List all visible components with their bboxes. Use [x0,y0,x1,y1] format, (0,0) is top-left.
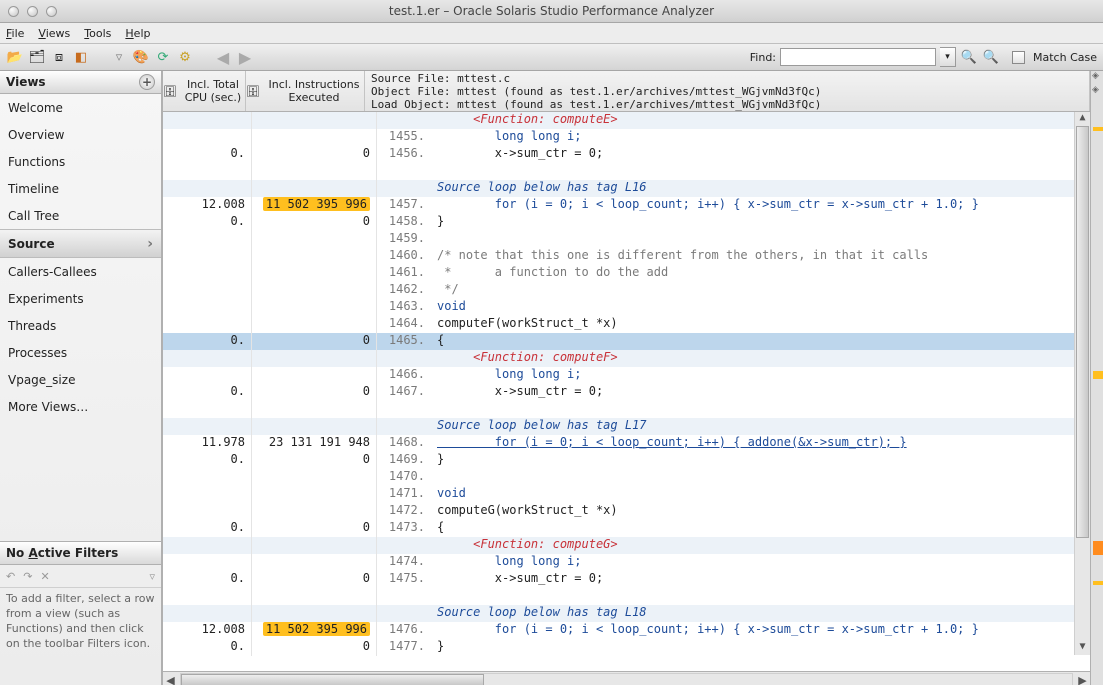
overview-ruler[interactable]: ◈ ◈ [1090,71,1103,685]
sidebar-item-more-views-[interactable]: More Views… [0,393,161,420]
match-case-checkbox[interactable] [1012,51,1025,64]
table-row[interactable] [163,588,1090,605]
compare-icon[interactable]: ◧ [72,48,90,66]
nav-forward-icon[interactable]: ▶ [236,48,254,66]
source-view: 🗄 Incl. Total CPU (sec.) 🗄 Incl. Instruc… [162,71,1103,685]
find-label: Find: [750,51,776,64]
sidebar-item-call-tree[interactable]: Call Tree [0,202,161,229]
table-row[interactable]: 1474. long long i; [163,554,1090,571]
table-row[interactable]: Source loop below has tag L16 [163,180,1090,197]
table-row[interactable]: 11.97823 131 191 9481468. for (i = 0; i … [163,435,1090,452]
close-window-button[interactable] [8,6,19,17]
sidebar-item-timeline[interactable]: Timeline [0,175,161,202]
add-view-button[interactable]: + [139,74,155,90]
menu-views[interactable]: Views [38,27,70,40]
table-row[interactable]: 1460./* note that this one is different … [163,248,1090,265]
menu-file[interactable]: File [6,27,24,40]
table-row[interactable]: 1462. */ [163,282,1090,299]
table-row[interactable] [163,163,1090,180]
filter-funnel-icon[interactable]: ▿ [110,48,128,66]
sidebar-item-callers-callees[interactable]: Callers-Callees [0,258,161,285]
table-row[interactable]: 12.00811 502 395 9961476. for (i = 0; i … [163,622,1090,639]
table-row[interactable]: 0.01456. x->sum_ctr = 0; [163,146,1090,163]
col-header-cpu[interactable]: 🗄 Incl. Total CPU (sec.) [163,71,246,111]
sidebar-item-experiments[interactable]: Experiments [0,285,161,312]
table-row[interactable]: 0.01465.{ [163,333,1090,350]
table-row[interactable]: 0.01467. x->sum_ctr = 0; [163,384,1090,401]
refresh-icon[interactable]: ⟳ [154,48,172,66]
find-input[interactable] [780,48,936,66]
open-icon[interactable]: 📂 [6,48,24,66]
filter-redo-icon[interactable]: ↷ [23,570,32,583]
table-row[interactable]: 12.00811 502 395 9961457. for (i = 0; i … [163,197,1090,214]
table-row[interactable]: 1461. * a function to do the add [163,265,1090,282]
window-titlebar: test.1.er – Oracle Solaris Studio Perfor… [0,0,1103,23]
table-row[interactable]: 0.01473.{ [163,520,1090,537]
main-toolbar: 📂 🗂 ⧈ ◧ ▿ 🎨 ⟳ ⚙ ◀ ▶ Find: ▾ 🔍 🔍 Match Ca… [0,44,1103,71]
sidebar-item-functions[interactable]: Functions [0,148,161,175]
table-row[interactable] [163,401,1090,418]
sidebar-item-vpage-size[interactable]: Vpage_size [0,366,161,393]
source-meta: Source File: mttest.c Object File: mttes… [365,71,1090,111]
table-row[interactable]: <Function: computeF> [163,350,1090,367]
ruler-down-icon[interactable]: ◈ [1092,85,1099,95]
menu-tools[interactable]: Tools [84,27,111,40]
table-row[interactable]: 1466. long long i; [163,367,1090,384]
table-row[interactable]: <Function: computeE> [163,112,1090,129]
find-dropdown-arrow[interactable]: ▾ [940,47,956,67]
table-row[interactable]: 0.01477.} [163,639,1090,656]
vertical-scrollbar[interactable]: ▲ ▼ [1074,112,1090,655]
table-row[interactable]: 0.01458.} [163,214,1090,231]
filters-panel: No Active Filters ↶ ↷ ✕ ▿ To add a filte… [0,541,161,685]
source-table-body[interactable]: <Function: computeE>1455. long long i;0.… [163,112,1090,671]
sidebar-item-processes[interactable]: Processes [0,339,161,366]
sidebar-item-welcome[interactable]: Welcome [0,94,161,121]
filter-remove-icon[interactable]: ✕ [40,570,49,583]
table-row[interactable]: 0.01469.} [163,452,1090,469]
sidebar-item-overview[interactable]: Overview [0,121,161,148]
ruler-up-icon[interactable]: ◈ [1092,71,1099,81]
find-prev-icon[interactable]: 🔍 [960,48,978,66]
palette-icon[interactable]: 🎨 [132,48,150,66]
menu-bar: File Views Tools Help [0,23,1103,44]
table-row[interactable]: 0.01475. x->sum_ctr = 0; [163,571,1090,588]
find-next-icon[interactable]: 🔍 [982,48,1000,66]
filters-hint: To add a filter, select a row from a vie… [0,588,161,655]
table-row[interactable]: 1459. [163,231,1090,248]
col-header-instructions[interactable]: 🗄 Incl. Instructions Executed [246,71,365,111]
minimize-window-button[interactable] [27,6,38,17]
collate-icon[interactable]: 🗂 [28,48,46,66]
table-row[interactable]: 1455. long long i; [163,129,1090,146]
sidebar-item-source[interactable]: Source› [0,229,161,258]
aggregate-icon[interactable]: ⧈ [50,48,68,66]
sidebar-item-threads[interactable]: Threads [0,312,161,339]
sort-icon: 🗄 [163,85,177,98]
table-row[interactable]: <Function: computeG> [163,537,1090,554]
views-sidebar: Views + WelcomeOverviewFunctionsTimeline… [0,71,162,685]
nav-back-icon[interactable]: ◀ [214,48,232,66]
table-row[interactable]: Source loop below has tag L18 [163,605,1090,622]
chevron-right-icon: › [147,236,153,252]
table-row[interactable]: Source loop below has tag L17 [163,418,1090,435]
filter-undo-icon[interactable]: ↶ [6,570,15,583]
table-row[interactable]: 1472.computeG(workStruct_t *x) [163,503,1090,520]
window-title: test.1.er – Oracle Solaris Studio Perfor… [0,4,1103,18]
table-row[interactable]: 1471.void [163,486,1090,503]
match-case-label: Match Case [1033,51,1097,64]
filter-funnel-icon[interactable]: ▿ [149,570,155,583]
table-row[interactable]: 1463.void [163,299,1090,316]
zoom-window-button[interactable] [46,6,57,17]
horizontal-scrollbar[interactable]: ◀ ▶ [163,671,1090,685]
table-row[interactable]: 1464.computeF(workStruct_t *x) [163,316,1090,333]
menu-help[interactable]: Help [125,27,150,40]
views-header: Views [6,75,46,89]
table-row[interactable]: 1470. [163,469,1090,486]
sort-icon: 🗄 [246,85,260,98]
settings-gear-icon[interactable]: ⚙ [176,48,194,66]
